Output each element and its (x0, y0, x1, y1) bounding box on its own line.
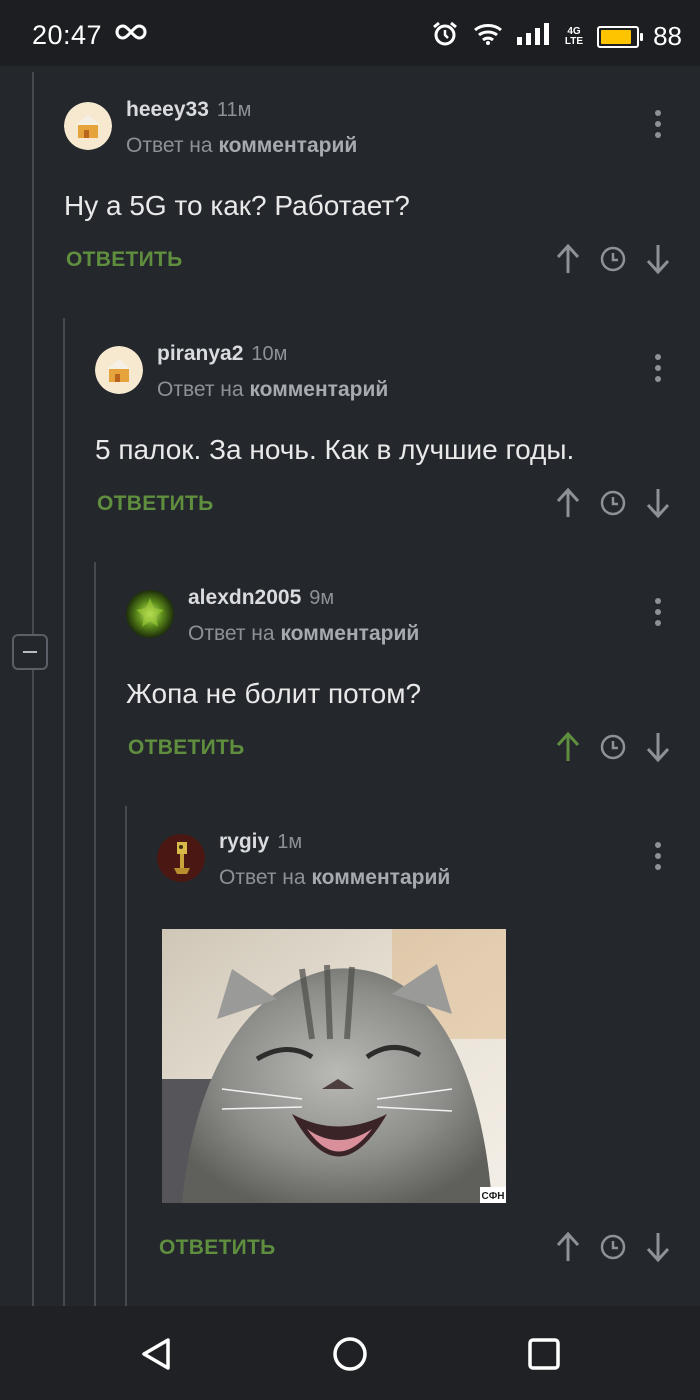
image-watermark: СФН (482, 1191, 505, 1202)
reply-button[interactable]: ОТВЕТИТЬ (66, 248, 183, 272)
downvote-icon[interactable] (644, 242, 672, 276)
clock-icon[interactable] (599, 730, 627, 764)
reply-prefix: Ответ на (219, 866, 306, 889)
wifi-icon (473, 22, 503, 51)
status-bar: 20:47 4G LTE 88 (0, 0, 700, 66)
back-icon[interactable] (138, 1336, 174, 1377)
reply-link[interactable]: комментарий (218, 134, 357, 157)
reply-to: Ответ на комментарий (219, 866, 450, 890)
comment-time: 10м (251, 343, 288, 365)
downvote-icon[interactable] (644, 730, 672, 764)
clock-icon[interactable] (599, 1230, 627, 1264)
comment-text: Ну а 5G то как? Работает? (64, 190, 410, 221)
reply-link[interactable]: комментарий (311, 866, 450, 889)
comment-time: 9м (309, 587, 335, 609)
avatar[interactable] (95, 346, 143, 394)
upvote-icon[interactable] (554, 1230, 582, 1264)
reply-link[interactable]: комментарий (249, 378, 388, 401)
downvote-icon[interactable] (644, 486, 672, 520)
reply-button[interactable]: ОТВЕТИТЬ (128, 736, 245, 760)
reply-to: Ответ на комментарий (126, 134, 357, 158)
username[interactable]: heeey33 (126, 98, 209, 121)
clock-icon[interactable] (599, 242, 627, 276)
username[interactable]: rygiy (219, 830, 269, 853)
comment-author[interactable]: piranya2 10м (157, 342, 287, 366)
reply-to: Ответ на комментарий (157, 378, 388, 402)
comment-author[interactable]: heeey33 11м (126, 98, 251, 122)
status-time: 20:47 (32, 20, 103, 50)
home-icon[interactable] (332, 1336, 368, 1377)
avatar[interactable] (157, 834, 205, 882)
reply-to: Ответ на комментарий (188, 622, 419, 646)
collapse-thread-button[interactable] (12, 634, 48, 670)
reply-prefix: Ответ на (126, 134, 213, 157)
more-options-icon[interactable] (655, 842, 661, 875)
alarm-icon (431, 20, 459, 53)
comment-author[interactable]: alexdn2005 9м (188, 586, 334, 610)
downvote-icon[interactable] (644, 1230, 672, 1264)
comment-author[interactable]: rygiy 1м (219, 830, 302, 854)
upvote-icon[interactable] (554, 242, 582, 276)
comment-text: 5 палок. За ночь. Как в лучшие годы. (95, 434, 575, 465)
reply-link[interactable]: комментарий (280, 622, 419, 645)
network-sublabel: LTE (564, 35, 584, 47)
reply-prefix: Ответ на (157, 378, 244, 401)
signal-icon (516, 23, 551, 50)
upvote-icon[interactable] (554, 486, 582, 520)
thread-line (32, 72, 34, 1306)
laughing-cat-image[interactable]: СФН (162, 929, 506, 1203)
network-type: 4G LTE (564, 26, 584, 47)
more-options-icon[interactable] (655, 110, 661, 143)
avatar[interactable] (64, 102, 112, 150)
upvote-icon[interactable] (554, 730, 582, 764)
thread-line (94, 562, 96, 1306)
reply-prefix: Ответ на (188, 622, 275, 645)
username[interactable]: alexdn2005 (188, 586, 301, 609)
infinity-icon (114, 22, 148, 47)
thread-line (125, 806, 127, 1306)
recents-icon[interactable] (526, 1336, 562, 1377)
reply-button[interactable]: ОТВЕТИТЬ (159, 1236, 276, 1260)
thread-line (63, 318, 65, 1306)
more-options-icon[interactable] (655, 354, 661, 387)
battery-percent: 88 (653, 21, 682, 51)
system-nav-bar (0, 1306, 700, 1400)
battery-icon (597, 25, 644, 48)
reply-button[interactable]: ОТВЕТИТЬ (97, 492, 214, 516)
more-options-icon[interactable] (655, 598, 661, 631)
comment-time: 1м (277, 831, 303, 853)
clock-icon[interactable] (599, 486, 627, 520)
username[interactable]: piranya2 (157, 342, 243, 365)
comment-time: 11м (216, 99, 252, 121)
avatar[interactable] (126, 590, 174, 638)
comment-text: Жопа не болит потом? (126, 678, 422, 709)
